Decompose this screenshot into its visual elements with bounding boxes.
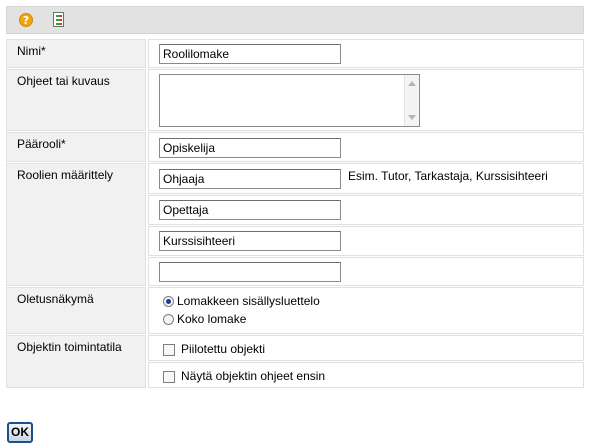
roles-cell-2 xyxy=(148,195,584,225)
roles-hint: Esim. Tutor, Tarkastaja, Kurssisihteeri xyxy=(348,169,548,183)
default-view-cell: Lomakkeen sisällysluettelo Koko lomake xyxy=(148,287,584,334)
object-mode-cell-1: Piilotettu objekti xyxy=(148,335,584,361)
hidden-object-label: Piilotettu objekti xyxy=(181,342,266,356)
default-view-row: Oletusnäkymä Lomakkeen sisällysluettelo … xyxy=(6,287,584,334)
show-instructions-label: Näytä objektin ohjeet ensin xyxy=(181,369,326,383)
description-label: Ohjeet tai kuvaus xyxy=(6,69,146,131)
roles-row: Roolien määrittely Esim. Tutor, Tarkasta… xyxy=(6,163,584,286)
main-role-cell xyxy=(148,132,584,162)
checkbox-icon[interactable] xyxy=(163,343,175,356)
role-input-1[interactable] xyxy=(159,169,341,189)
scroll-up-icon[interactable] xyxy=(408,81,416,86)
default-view-option-toc-label: Lomakkeen sisällysluettelo xyxy=(177,294,320,308)
roles-cell-1: Esim. Tutor, Tarkastaja, Kurssisihteeri xyxy=(148,163,584,194)
main-role-input[interactable] xyxy=(159,138,341,158)
radio-icon[interactable] xyxy=(163,314,174,326)
object-mode-row: Objektin toimintatila Piilotettu objekti… xyxy=(6,335,584,388)
description-row: Ohjeet tai kuvaus xyxy=(6,69,584,131)
description-textarea[interactable] xyxy=(159,74,420,127)
name-label: Nimi* xyxy=(6,39,146,68)
name-input[interactable] xyxy=(159,44,341,64)
roles-cell-4 xyxy=(148,257,584,286)
default-view-option-full[interactable]: Koko lomake xyxy=(163,312,246,326)
role-input-3[interactable] xyxy=(159,231,341,251)
main-role-row: Päärooli* xyxy=(6,132,584,162)
textarea-scrollbar[interactable] xyxy=(404,75,419,126)
role-input-4[interactable] xyxy=(159,262,341,282)
name-row: Nimi* xyxy=(6,39,584,68)
toolbar: ? xyxy=(6,6,584,34)
checkbox-icon[interactable] xyxy=(163,370,175,383)
roles-cell-3 xyxy=(148,226,584,256)
show-instructions-option[interactable]: Näytä objektin ohjeet ensin xyxy=(163,369,325,383)
radio-selected-icon[interactable] xyxy=(163,296,174,308)
default-view-option-toc[interactable]: Lomakkeen sisällysluettelo xyxy=(163,294,320,308)
scroll-down-icon[interactable] xyxy=(408,115,416,120)
role-input-2[interactable] xyxy=(159,200,341,220)
ok-button[interactable]: OK xyxy=(7,422,33,443)
hidden-object-option[interactable]: Piilotettu objekti xyxy=(163,342,265,356)
object-mode-label: Objektin toimintatila xyxy=(6,335,146,388)
form-icon[interactable] xyxy=(53,12,64,27)
description-cell xyxy=(148,69,584,131)
default-view-label: Oletusnäkymä xyxy=(6,287,146,334)
help-icon[interactable]: ? xyxy=(19,13,33,27)
name-cell xyxy=(148,39,584,68)
roles-label: Roolien määrittely xyxy=(6,163,146,286)
main-role-label: Päärooli* xyxy=(6,132,146,162)
object-mode-cell-2: Näytä objektin ohjeet ensin xyxy=(148,362,584,388)
default-view-option-full-label: Koko lomake xyxy=(177,312,247,326)
